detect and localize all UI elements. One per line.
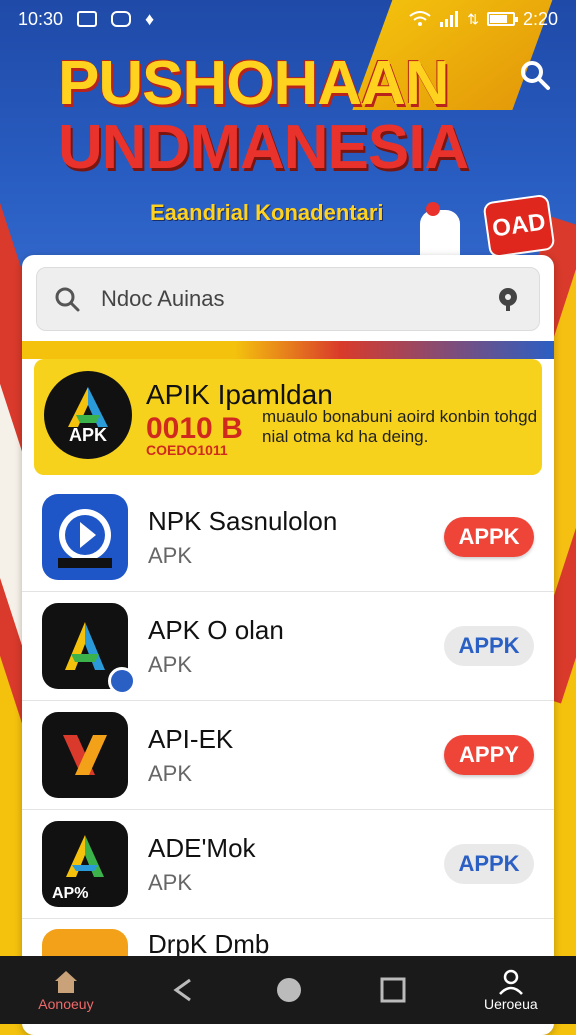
wifi-icon xyxy=(409,11,431,26)
nav-profile-label: Ueroeua xyxy=(483,996,538,1012)
install-button[interactable]: APPK xyxy=(444,626,534,666)
app-text: NPK Sasnulolon APK xyxy=(148,506,444,569)
featured-icon-text: APK xyxy=(68,424,107,445)
banner-title-line2: UNDMANESIA xyxy=(58,113,469,182)
install-button[interactable]: APPK xyxy=(444,844,534,884)
nav-profile[interactable]: Ueroeua xyxy=(484,968,538,1012)
apk-logo-blue-icon xyxy=(42,494,128,580)
app-list: NPK Sasnulolon APK APPK APK O olan APK A… xyxy=(22,483,554,979)
featured-code-small: COEDO1011 xyxy=(146,442,228,458)
app-text: APK O olan APK xyxy=(148,615,444,678)
app-list-item[interactable]: AP% ADE'Mok APK APPK xyxy=(22,810,554,919)
status-time-right: 2:20 xyxy=(522,8,558,29)
app-subtitle: APK xyxy=(148,542,193,568)
microphone-icon[interactable] xyxy=(493,284,523,314)
app-name: API-EK xyxy=(148,723,234,754)
banner-subtitle: Eaandrial Konadentari xyxy=(150,200,384,225)
app-icon-text: AP% xyxy=(52,885,89,902)
app-text: ADE'Mok APK xyxy=(148,833,444,896)
camera-notification-icon xyxy=(111,11,132,27)
featured-code-main: 0010 B xyxy=(146,412,243,445)
nav-home-label: Aonoeuy xyxy=(38,996,94,1012)
messenger-badge-icon xyxy=(108,667,136,695)
install-button[interactable]: APPY xyxy=(444,735,534,775)
app-list-item[interactable]: API-EK APK APPY xyxy=(22,701,554,810)
apk-logo-green-icon xyxy=(42,603,136,695)
decorative-stripe xyxy=(22,341,554,359)
search-section xyxy=(22,255,554,341)
back-icon xyxy=(173,978,192,1002)
gallery-notification-icon xyxy=(77,11,98,27)
featured-code: 0010 B COEDO1011 xyxy=(146,412,243,458)
banner-title-line1: PUSHOHAAN xyxy=(58,49,450,118)
app-name: ADE'Mok xyxy=(148,832,256,863)
home-circle-icon xyxy=(276,978,301,1002)
recents-square-icon xyxy=(380,977,406,1003)
nav-home-button[interactable] xyxy=(275,976,303,1004)
app-list-card: APK APIK Ipamldan 0010 B COEDO1011 muaul… xyxy=(22,255,554,1035)
app-subtitle: APK xyxy=(148,869,193,895)
app-name: NPK Sasnulolon xyxy=(148,505,338,536)
featured-description: muaulo bonabuni aoird konbin tohgd nial … xyxy=(262,407,538,446)
bottom-navigation-bar: Aonoeuy Ueroeua xyxy=(0,956,576,1024)
profile-icon xyxy=(498,969,523,995)
app-name: APK O olan xyxy=(148,614,284,645)
home-icon xyxy=(54,971,77,993)
app-subtitle: APK xyxy=(148,651,193,677)
install-button[interactable]: APPK xyxy=(444,517,534,557)
app-list-item[interactable]: NPK Sasnulolon APK APPK xyxy=(22,483,554,592)
search-icon xyxy=(55,287,80,312)
battery-icon xyxy=(486,12,518,26)
app-list-item[interactable]: APK O olan APK APPK xyxy=(22,592,554,701)
app-text: API-EK APK xyxy=(148,724,444,787)
data-icon: ⇅ xyxy=(467,10,479,27)
app-subtitle: APK xyxy=(148,760,193,786)
apk-a-logo-icon xyxy=(68,386,108,427)
search-bar[interactable] xyxy=(36,267,540,331)
nav-recents[interactable] xyxy=(379,976,407,1004)
brand-logo-badge: OAD xyxy=(482,193,556,259)
signal-icon xyxy=(440,11,459,27)
apk-logo-green-icon: AP% xyxy=(42,821,128,907)
promo-banner: PUSHOHAAN UNDMANESIA Eaandrial Konadenta… xyxy=(0,40,576,262)
banner-title: PUSHOHAAN UNDMANESIA xyxy=(58,49,469,182)
status-time-left: 10:30 xyxy=(18,8,64,29)
search-input[interactable] xyxy=(99,285,493,313)
apk-logo-red-icon xyxy=(42,712,128,798)
flame-notification-icon: ♦ xyxy=(145,8,155,29)
featured-apk-logo-icon: APK xyxy=(44,371,132,459)
status-bar: 10:30 ♦ ⇅ 2:20 xyxy=(0,0,576,38)
nav-back[interactable] xyxy=(170,976,198,1004)
nav-home[interactable]: Aonoeuy xyxy=(38,968,94,1012)
featured-app-banner[interactable]: APK APIK Ipamldan 0010 B COEDO1011 muaul… xyxy=(34,359,542,475)
search-icon[interactable] xyxy=(518,58,552,92)
